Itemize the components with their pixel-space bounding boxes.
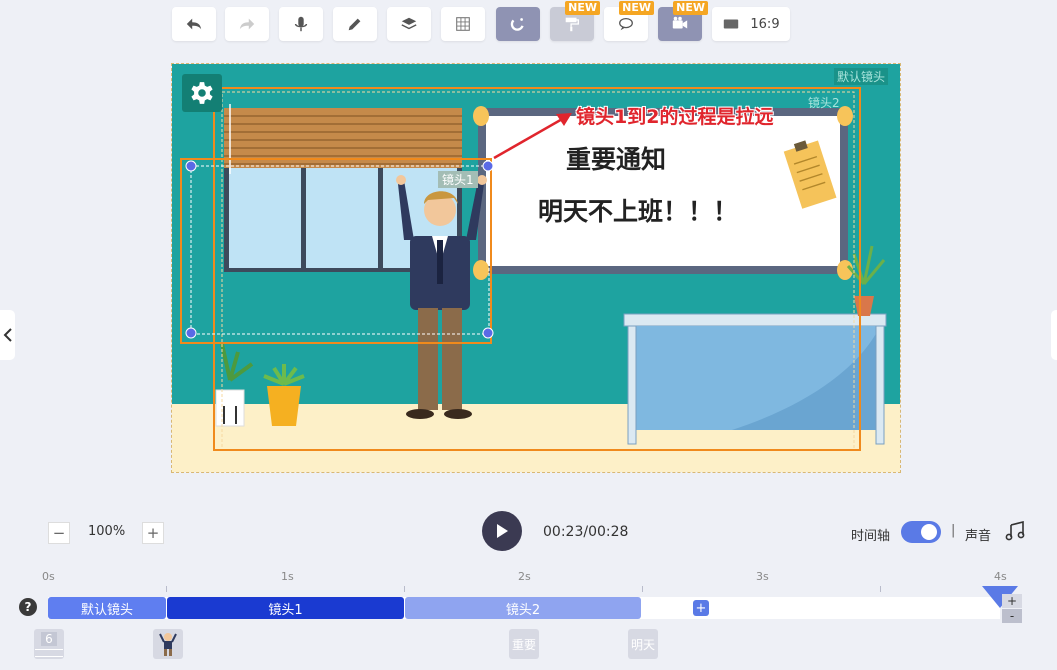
grid-icon [456, 17, 470, 31]
person-icon [159, 633, 177, 656]
microphone-icon [294, 16, 308, 32]
new-badge: NEW [673, 1, 708, 15]
tick-label: 1s [281, 570, 294, 583]
edit-button[interactable] [333, 7, 377, 41]
magnet-icon [510, 18, 524, 31]
plant-left [215, 343, 305, 427]
thumbnail-body-text[interactable]: 明天 [628, 629, 658, 659]
paint-roller-icon [565, 17, 579, 32]
stack-lines [35, 648, 63, 657]
thumbnail-label: 6 [41, 631, 57, 646]
undo-icon [186, 18, 202, 30]
record-voice-button[interactable] [279, 7, 323, 41]
sound-label[interactable]: 声音 [965, 525, 991, 544]
tick-label: 0s [42, 570, 55, 583]
screen-icon [724, 19, 739, 29]
tick-mark [404, 586, 405, 592]
play-button[interactable] [482, 511, 522, 551]
separator: | [951, 523, 956, 538]
add-clip-button[interactable]: + [693, 600, 709, 616]
pencil-icon [348, 18, 361, 31]
timeline-zoom-in[interactable]: + [1002, 594, 1022, 608]
video-camera-icon [672, 16, 688, 29]
grid-button[interactable] [441, 7, 485, 41]
default-camera-label: 默认镜头 [834, 68, 889, 85]
collapse-right-button[interactable] [1051, 310, 1057, 360]
timeline-zoom-out[interactable]: - [1002, 609, 1022, 623]
tick-label: 2s [518, 570, 531, 583]
camera-button[interactable]: NEW [658, 1, 708, 41]
undo-button[interactable] [172, 7, 216, 41]
timeline-toggle-label: 时间轴 [851, 529, 891, 544]
board-title: 重要通知 [566, 145, 667, 174]
annotation-text: 镜头1到2的过程是拉远 [576, 106, 774, 128]
magnet-button[interactable] [496, 7, 540, 41]
clip-default-camera[interactable]: 默认镜头 [48, 597, 166, 619]
plant-right [846, 245, 886, 316]
redo-icon [239, 18, 255, 30]
time-display: 00:23/00:28 [543, 524, 629, 540]
camera1-label: 镜头1 [438, 171, 478, 188]
timeline-toggle[interactable] [901, 521, 941, 543]
redo-button[interactable] [225, 7, 269, 41]
new-badge: NEW [619, 1, 654, 15]
clip-camera2[interactable]: 镜头2 [405, 597, 641, 619]
zoom-out-button[interactable]: − [48, 522, 70, 544]
toggle-knob [921, 524, 937, 540]
zoom-in-button[interactable]: + [142, 522, 164, 544]
thumbnail-character[interactable] [153, 629, 183, 659]
tick-label: 3s [756, 570, 769, 583]
speech-bubble-icon [619, 17, 633, 31]
help-button[interactable]: ? [19, 598, 37, 616]
thumbnail-title-text[interactable]: 重要 [509, 629, 539, 659]
new-badge: NEW [565, 1, 600, 15]
scene-illustration [180, 87, 887, 451]
camera2-label: 镜头2 [808, 96, 840, 110]
layers-icon [401, 17, 417, 30]
tick-label: 4s [994, 570, 1007, 583]
desk [623, 313, 887, 445]
scene-canvas[interactable]: 默认镜头 镜头2 镜头1 镜头1到2的过程是拉远 重要通知 明天不上班！！！ [171, 63, 901, 473]
zoom-value: 100% [88, 524, 126, 539]
paint-roller-button[interactable]: NEW [550, 1, 600, 41]
tick-mark [642, 586, 643, 592]
layers-button[interactable] [387, 7, 431, 41]
chevron-left-icon [3, 328, 12, 342]
clip-camera1[interactable]: 镜头1 [167, 597, 404, 619]
tick-mark [166, 586, 167, 592]
music-note-icon[interactable] [1004, 521, 1026, 541]
tick-mark [880, 586, 881, 592]
settings-button[interactable] [182, 74, 222, 112]
speech-bubble-button[interactable]: NEW [604, 1, 654, 41]
aspect-ratio-label: 16:9 [750, 16, 780, 32]
aspect-ratio-button[interactable]: 16:9 [712, 7, 790, 41]
thumbnail-background[interactable]: 6 [34, 629, 64, 659]
play-icon [497, 524, 508, 538]
collapse-left-button[interactable] [0, 310, 15, 360]
gear-icon [191, 82, 213, 104]
board-text: 明天不上班！！！ [538, 197, 739, 226]
